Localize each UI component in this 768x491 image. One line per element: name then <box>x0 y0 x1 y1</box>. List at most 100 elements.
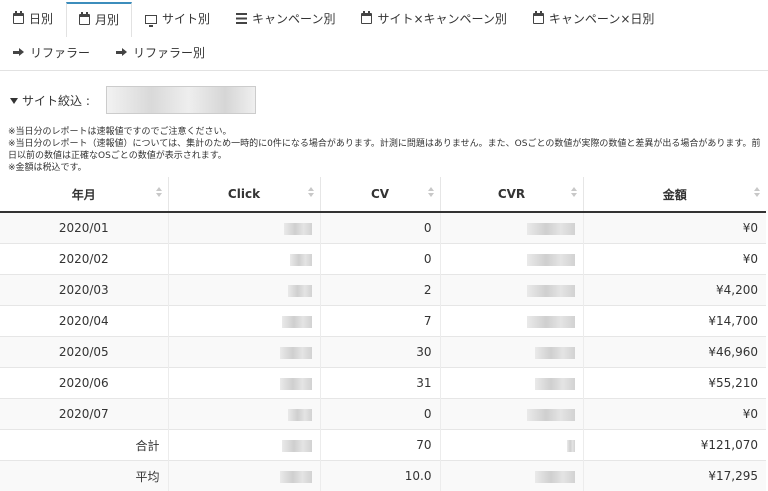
cell-cv: 0 <box>320 399 440 430</box>
table-header-row: 年月 Click CV CVR 金額 <box>0 177 766 212</box>
cell-cvr <box>440 275 583 306</box>
cell-cv: 7 <box>320 306 440 337</box>
tab-referrer[interactable]: リファラー <box>0 36 103 69</box>
cell-month: 2020/02 <box>0 244 168 275</box>
tab-monthly[interactable]: 月別 <box>66 2 132 37</box>
monthly-report-table: 年月 Click CV CVR 金額 2020/01 0 ¥0 2020/02 … <box>0 177 766 491</box>
cell-amount: ¥55,210 <box>583 368 766 399</box>
tab-label: サイト×キャンペーン別 <box>377 12 506 26</box>
table-row: 2020/05 30 ¥46,960 <box>0 337 766 368</box>
sign-in-icon <box>116 47 128 58</box>
cell-click <box>168 275 320 306</box>
redacted-value <box>284 223 312 235</box>
cell-cvr <box>440 244 583 275</box>
cell-click <box>168 212 320 244</box>
sort-icon <box>571 187 577 199</box>
note-line: ※当日分のレポートは速報値ですのでご注意ください。 <box>8 126 764 138</box>
cell-cvr <box>440 430 583 461</box>
redacted-value <box>280 347 312 359</box>
site-filter-label: サイト絞込 : <box>22 92 90 109</box>
table-row: 2020/02 0 ¥0 <box>0 244 766 275</box>
total-label: 合計 <box>0 430 168 461</box>
cell-click <box>168 430 320 461</box>
cell-cvr <box>440 212 583 244</box>
note-line: ※金額は税込です。 <box>8 162 764 174</box>
col-header-cvr[interactable]: CVR <box>440 177 583 212</box>
header-label: 金額 <box>663 188 687 202</box>
cell-month: 2020/05 <box>0 337 168 368</box>
calendar-icon <box>361 13 372 24</box>
redacted-value <box>288 409 312 421</box>
total-row: 合計 70 ¥121,070 <box>0 430 766 461</box>
tab-by-referrer[interactable]: リファラー別 <box>103 36 218 69</box>
calendar-icon <box>533 13 544 24</box>
tab-label: キャンペーン×日別 <box>549 12 654 26</box>
report-tabs: 日別 月別 サイト別 キャンペーン別 サイト×キャンペーン別 キャンペーン×日別… <box>0 0 768 71</box>
site-filter-select[interactable] <box>106 86 256 114</box>
cell-cv: 10.0 <box>320 461 440 491</box>
redacted-value <box>527 223 575 235</box>
redacted-value <box>535 378 575 390</box>
average-label: 平均 <box>0 461 168 491</box>
cell-cv: 31 <box>320 368 440 399</box>
sort-icon <box>308 187 314 199</box>
header-label: CV <box>371 187 389 201</box>
cell-cv: 0 <box>320 212 440 244</box>
col-header-click[interactable]: Click <box>168 177 320 212</box>
redacted-value <box>282 440 312 452</box>
redacted-value <box>535 471 575 483</box>
col-header-month[interactable]: 年月 <box>0 177 168 212</box>
cell-amount: ¥14,700 <box>583 306 766 337</box>
redacted-value <box>527 254 575 266</box>
tab-daily[interactable]: 日別 <box>0 2 66 35</box>
cell-month: 2020/03 <box>0 275 168 306</box>
redacted-value <box>535 347 575 359</box>
average-row: 平均 10.0 ¥17,295 <box>0 461 766 491</box>
cell-click <box>168 368 320 399</box>
table-row: 2020/03 2 ¥4,200 <box>0 275 766 306</box>
cell-click <box>168 461 320 491</box>
sort-icon <box>156 187 162 199</box>
cell-cv: 0 <box>320 244 440 275</box>
redacted-value <box>290 254 312 266</box>
tab-label: リファラー別 <box>133 46 205 60</box>
cell-amount: ¥17,295 <box>583 461 766 491</box>
tab-campaign-x-daily[interactable]: キャンペーン×日別 <box>520 2 667 35</box>
table-row: 2020/07 0 ¥0 <box>0 399 766 430</box>
cell-amount: ¥46,960 <box>583 337 766 368</box>
monitor-icon <box>145 15 157 24</box>
tab-by-site[interactable]: サイト別 <box>132 2 223 35</box>
cell-month: 2020/04 <box>0 306 168 337</box>
header-label: 年月 <box>72 188 96 202</box>
tab-row-secondary: リファラー リファラー別 <box>0 36 218 72</box>
header-label: Click <box>228 187 260 201</box>
cell-month: 2020/06 <box>0 368 168 399</box>
report-notes: ※当日分のレポートは速報値ですのでご注意ください。 ※当日分のレポート（速報値）… <box>8 126 764 174</box>
cell-amount: ¥0 <box>583 399 766 430</box>
tab-by-campaign[interactable]: キャンペーン別 <box>223 2 348 35</box>
table-row: 2020/06 31 ¥55,210 <box>0 368 766 399</box>
cell-click <box>168 337 320 368</box>
tab-site-x-campaign[interactable]: サイト×キャンペーン別 <box>348 2 519 35</box>
cell-amount: ¥0 <box>583 244 766 275</box>
header-label: CVR <box>498 187 525 201</box>
cell-cv: 70 <box>320 430 440 461</box>
cell-amount: ¥4,200 <box>583 275 766 306</box>
col-header-amount[interactable]: 金額 <box>583 177 766 212</box>
cell-amount: ¥0 <box>583 212 766 244</box>
tab-label: 日別 <box>29 12 53 26</box>
table-row: 2020/01 0 ¥0 <box>0 212 766 244</box>
site-filter: サイト絞込 : <box>10 86 256 114</box>
redacted-value <box>288 285 312 297</box>
tab-row-primary: 日別 月別 サイト別 キャンペーン別 サイト×キャンペーン別 キャンペーン×日別 <box>0 2 667 38</box>
tab-label: サイト別 <box>162 12 210 26</box>
funnel-icon <box>10 98 18 104</box>
cell-month: 2020/07 <box>0 399 168 430</box>
col-header-cv[interactable]: CV <box>320 177 440 212</box>
cell-cvr <box>440 399 583 430</box>
cell-click <box>168 244 320 275</box>
sort-icon <box>754 187 760 199</box>
table-row: 2020/04 7 ¥14,700 <box>0 306 766 337</box>
redacted-value <box>282 316 312 328</box>
note-line: ※当日分のレポート（速報値）については、集計のため一時的に0件になる場合がありま… <box>8 138 764 162</box>
